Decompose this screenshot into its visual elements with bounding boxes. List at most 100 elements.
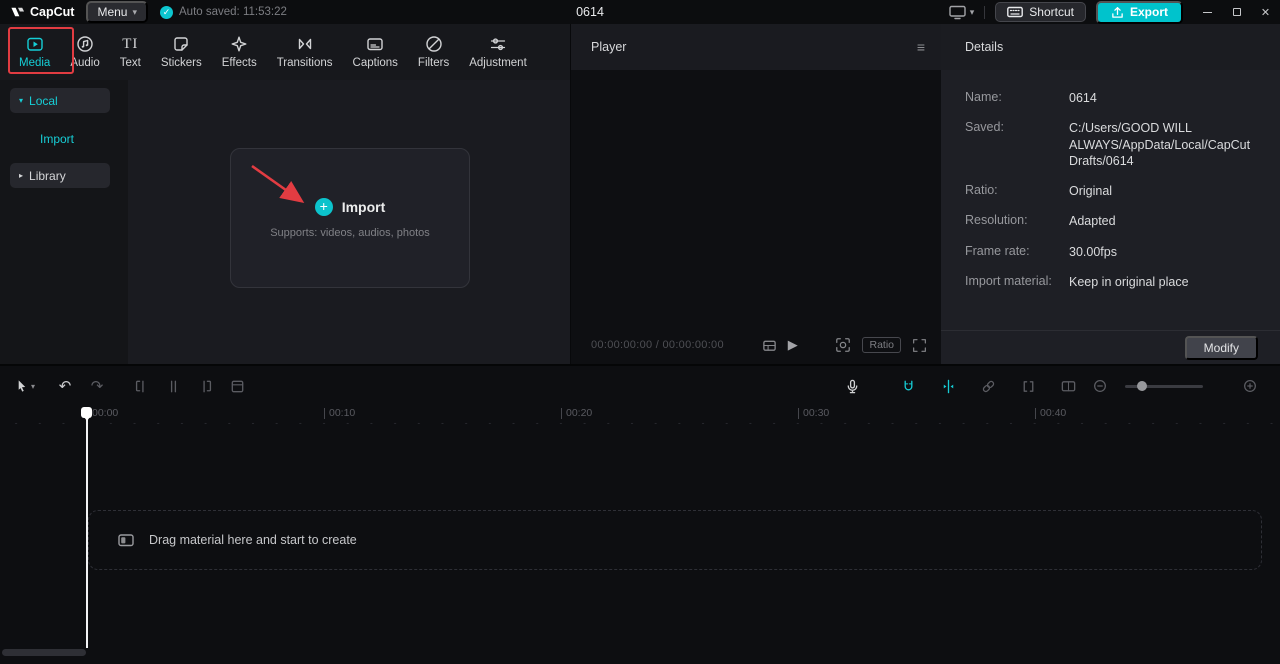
details-panel: Details Name: 0614 Saved: C:/Users/GOOD … (941, 24, 1280, 364)
detail-row-name: Name: 0614 (965, 90, 1097, 105)
export-icon (1111, 6, 1124, 19)
play-button[interactable]: ▶ (788, 337, 798, 353)
auto-snap-toggle[interactable] (932, 373, 964, 399)
zoom-slider-thumb[interactable] (1137, 381, 1147, 391)
freeze-frame-icon[interactable] (221, 373, 253, 399)
focus-preview-icon[interactable] (835, 337, 851, 353)
zoom-in-button[interactable] (1234, 373, 1266, 399)
titlebar: CapCut Menu ▾ ✓ Auto saved: 11:53:22 061… (0, 0, 1280, 24)
shortcut-button[interactable]: Shortcut (995, 2, 1086, 22)
ruler-label: 00:10 (329, 407, 356, 419)
chevron-down-icon: ▾ (132, 6, 138, 17)
ruler-label: 00:20 (566, 407, 593, 419)
close-button[interactable]: ✕ (1251, 0, 1280, 24)
import-dropzone[interactable]: + Import Supports: videos, audios, photo… (230, 148, 470, 288)
media-sidebar: ▾ Local Import ▸ Library (0, 80, 128, 364)
details-footer: Modify (941, 330, 1280, 364)
detail-row-resolution: Resolution: Adapted (965, 213, 1116, 229)
delete-right-icon[interactable] (189, 373, 221, 399)
preview-axis-toggle[interactable] (1052, 373, 1084, 399)
ratio-button[interactable]: Ratio (862, 337, 901, 353)
media-tabbar: Media Audio TI Text Stickers Effects Tra… (0, 24, 570, 78)
maximize-button[interactable] (1222, 0, 1251, 24)
player-header: Player ≡ (571, 24, 941, 70)
project-title: 0614 (576, 5, 604, 19)
undo-button[interactable]: ↶ (49, 373, 81, 399)
autosave-check-icon: ✓ (160, 5, 174, 19)
player-menu-icon[interactable]: ≡ (917, 39, 925, 55)
fullscreen-icon[interactable] (912, 338, 927, 353)
timeline-panel: ▾ ↶ ↷ 00:00 00:10 00:20 00:30 00:40 Drag… (0, 364, 1280, 664)
details-fields: Name: 0614 Saved: C:/Users/GOOD WILL ALW… (941, 70, 1280, 290)
redo-button[interactable]: ↷ (81, 373, 113, 399)
select-tool-button[interactable]: ▾ (14, 378, 35, 394)
sliders-icon (488, 34, 508, 54)
ruler-label: 00:40 (1040, 407, 1067, 419)
media-placeholder-icon (117, 531, 135, 549)
autosave-status: ✓ Auto saved: 11:53:22 (160, 5, 287, 19)
chevron-down-icon: ▾ (969, 6, 975, 17)
media-panel: Media Audio TI Text Stickers Effects Tra… (0, 24, 570, 364)
detail-row-ratio: Ratio: Original (965, 183, 1113, 198)
transition-icon (295, 34, 315, 54)
chevron-down-icon: ▾ (31, 381, 36, 391)
detail-row-saved: Saved: C:/Users/GOOD WILL ALWAYS/AppData… (965, 120, 1251, 168)
microphone-button[interactable] (836, 373, 868, 399)
sidebar-item-local[interactable]: ▾ Local (10, 88, 110, 113)
import-button[interactable]: + Import (314, 197, 385, 216)
tab-filters[interactable]: Filters (411, 34, 456, 69)
tab-effects[interactable]: Effects (215, 34, 264, 69)
monitor-icon (949, 5, 966, 20)
cursor-icon (14, 378, 29, 394)
capcut-logo: CapCut (10, 5, 74, 19)
tab-media[interactable]: Media (12, 34, 57, 69)
capcut-logo-text: CapCut (30, 5, 75, 19)
tab-text[interactable]: TI Text (113, 34, 148, 69)
player-panel: Player ≡ 00:00:00:00 / 00:00:00:00 ▶ Rat… (571, 24, 941, 364)
timeline-ruler[interactable]: 00:00 00:10 00:20 00:30 00:40 (0, 406, 1280, 424)
split-icon[interactable] (157, 373, 189, 399)
maximize-icon (1232, 8, 1241, 16)
audio-icon (75, 34, 95, 54)
captions-icon (365, 34, 385, 54)
player-timecode: 00:00:00:00 / 00:00:00:00 (591, 339, 724, 351)
export-button[interactable]: Export (1095, 0, 1183, 24)
details-title: Details (941, 24, 1280, 70)
capcut-logo-icon (10, 5, 25, 19)
main-track-magnet-toggle[interactable] (892, 373, 924, 399)
zoom-out-button[interactable] (1084, 373, 1116, 399)
delete-left-icon[interactable] (125, 373, 157, 399)
sidebar-item-import[interactable]: Import (40, 132, 128, 146)
titlebar-divider (984, 5, 986, 19)
text-icon: TI (122, 35, 139, 52)
tab-captions[interactable]: Captions (346, 34, 405, 69)
minimize-icon (1203, 11, 1212, 13)
tab-adjustment[interactable]: Adjustment (462, 34, 534, 69)
chevron-right-icon: ▸ (19, 171, 24, 180)
frame-list-icon[interactable] (762, 338, 777, 353)
track-dropzone[interactable]: Drag material here and start to create (88, 510, 1262, 570)
link-toggle[interactable] (972, 373, 1004, 399)
minimize-button[interactable] (1193, 0, 1222, 24)
display-mode-dropdown[interactable]: ▾ (949, 5, 975, 20)
playhead-handle[interactable] (81, 407, 92, 421)
tab-audio[interactable]: Audio (63, 34, 106, 69)
sidebar-item-library[interactable]: ▸ Library (10, 163, 110, 188)
player-title: Player (591, 40, 627, 54)
detail-row-framerate: Frame rate: 30.00fps (965, 243, 1117, 259)
keyboard-icon (1007, 5, 1024, 19)
dropzone-hint: Drag material here and start to create (149, 533, 357, 547)
bracket-select-toggle[interactable] (1012, 373, 1044, 399)
autosave-text: Auto saved: 11:53:22 (179, 6, 287, 18)
tab-transitions[interactable]: Transitions (270, 34, 340, 69)
import-supports-hint: Supports: videos, audios, photos (270, 226, 430, 239)
timeline-zoom-slider[interactable] (1125, 381, 1203, 391)
menu-button[interactable]: Menu ▾ (86, 1, 149, 23)
filter-icon (424, 34, 444, 54)
horizontal-scrollbar[interactable] (2, 649, 86, 656)
tab-stickers[interactable]: Stickers (154, 34, 209, 69)
modify-button[interactable]: Modify (1184, 335, 1258, 360)
player-controls: 00:00:00:00 / 00:00:00:00 ▶ Ratio (571, 326, 941, 364)
timeline-toolbar: ▾ ↶ ↷ (0, 366, 1280, 406)
close-icon: ✕ (1260, 6, 1271, 19)
